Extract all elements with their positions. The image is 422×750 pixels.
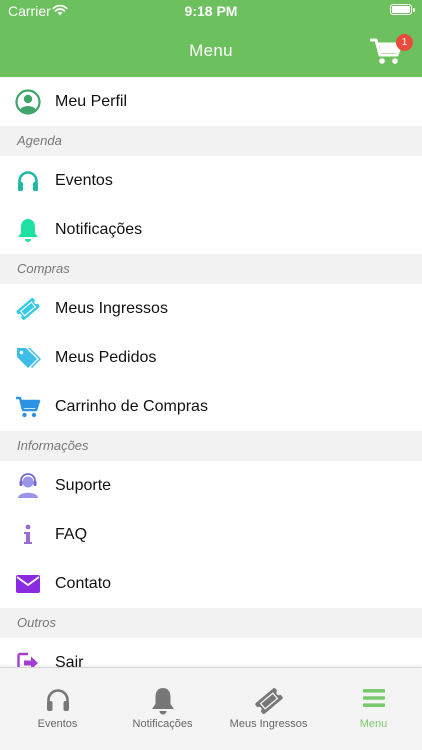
ticket-icon: [14, 295, 42, 323]
menu-item-label: FAQ: [55, 525, 88, 543]
tab-eventos[interactable]: Eventos: [5, 668, 110, 750]
menu-item-label: Suporte: [55, 476, 112, 494]
section-header-outros: Outros: [0, 608, 422, 638]
bell-icon: [14, 216, 42, 244]
menu-item-meu-perfil[interactable]: Meu Perfil: [0, 77, 422, 126]
page-title: Menu: [189, 41, 233, 60]
headphones-icon: [14, 167, 42, 195]
menu-item-notificacoes[interactable]: Notificações: [0, 205, 422, 254]
info-icon: [14, 521, 42, 549]
sign-out-icon: [14, 649, 42, 667]
tab-label: Meus Ingressos: [229, 718, 308, 730]
tab-label: Eventos: [37, 718, 78, 730]
user-circle-icon: [14, 88, 42, 116]
menu-item-eventos[interactable]: Eventos: [0, 156, 422, 205]
cart-count-badge: 1: [396, 34, 413, 51]
battery-icon: [390, 4, 415, 15]
tab-menu[interactable]: Menu: [321, 668, 422, 750]
menu-item-faq[interactable]: FAQ: [0, 510, 422, 559]
tab-meus-ingressos[interactable]: Meus Ingressos: [216, 668, 321, 750]
menu-item-label: Meus Ingressos: [55, 299, 168, 317]
tab-notificacoes[interactable]: Notificações: [110, 668, 215, 750]
menu-item-sair[interactable]: Sair: [0, 638, 422, 667]
menu-item-label: Carrinho de Compras: [55, 397, 208, 415]
menu-item-label: Notificações: [55, 220, 143, 238]
menu-item-label: Meus Pedidos: [55, 348, 157, 366]
bell-icon: [151, 688, 174, 715]
headphones-icon: [46, 689, 69, 711]
section-header-informacoes: Informações: [0, 431, 422, 461]
menu-item-meus-ingressos[interactable]: Meus Ingressos: [0, 284, 422, 333]
menu-item-label: Meu Perfil: [55, 92, 128, 110]
section-header-agenda: Agenda: [0, 126, 422, 156]
tab-bar: Eventos Notificações Meus Ingressos Menu: [0, 667, 422, 750]
menu-item-label: Sair: [55, 653, 84, 668]
menu-item-suporte[interactable]: Suporte: [0, 461, 422, 510]
section-header-compras: Compras: [0, 254, 422, 284]
menu-item-label: Eventos: [55, 171, 113, 189]
tags-icon: [14, 344, 42, 372]
clock: 9:18 PM: [184, 3, 238, 19]
envelope-icon: [14, 570, 42, 598]
support-agent-icon: [14, 472, 42, 500]
menu-item-label: Contato: [55, 574, 112, 592]
menu-item-contato[interactable]: Contato: [0, 559, 422, 608]
menu-list: Meu Perfil Agenda Eventos Notificações C…: [0, 77, 422, 667]
menu-item-carrinho-de-compras[interactable]: Carrinho de Compras: [0, 382, 422, 431]
status-bar: Carrier 9:18 PM: [0, 0, 422, 24]
tab-label: Menu: [359, 718, 388, 730]
cart-icon: [14, 393, 42, 421]
navigation-header: Carrier 9:18 PM Menu 1: [0, 0, 422, 77]
tab-label: Notificações: [132, 718, 193, 730]
hamburger-icon: [362, 689, 385, 707]
ticket-icon: [254, 688, 283, 714]
menu-item-meus-pedidos[interactable]: Meus Pedidos: [0, 333, 422, 382]
